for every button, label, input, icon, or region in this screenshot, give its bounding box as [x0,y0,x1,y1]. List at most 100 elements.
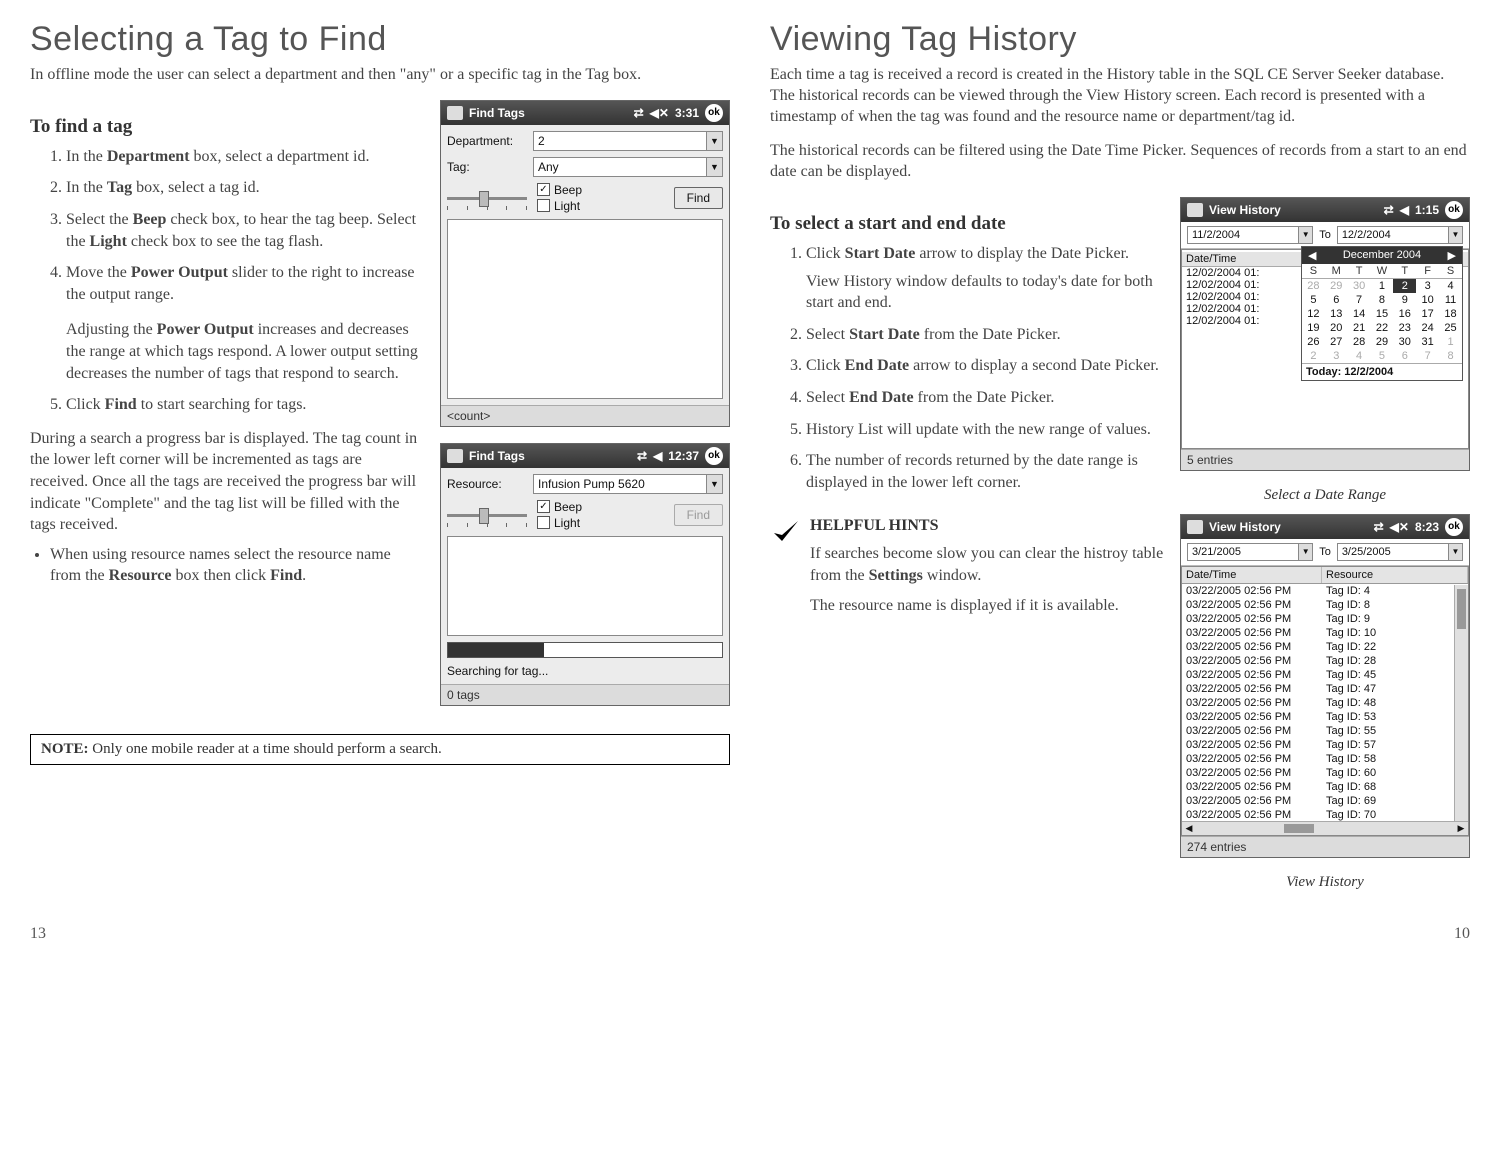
table-row[interactable]: 03/22/2005 02:56 PMTag ID: 28 [1182,654,1468,668]
horizontal-scrollbar[interactable]: ◀ ▶ [1182,821,1468,835]
pda-clock: 1:15 [1415,203,1439,217]
tag-label: Tag: [447,160,527,174]
volume-icon: ◀✕ [1390,520,1409,534]
beep-checkbox[interactable]: ✓ [537,183,550,196]
table-row[interactable]: 03/22/2005 02:56 PMTag ID: 47 [1182,682,1468,696]
cal-month-label: December 2004 [1343,249,1421,262]
find-tags-screenshot-1: Find Tags ⇄ ◀✕ 3:31 ok Department: 2 ▼ [440,100,730,427]
department-label: Department: [447,134,527,148]
chevron-down-icon: ▼ [1298,544,1312,560]
status-bar-entries: 5 entries [1181,449,1469,470]
date-step-2: Select Start Date from the Date Picker. [806,324,1164,346]
table-row[interactable]: 03/22/2005 02:56 PMTag ID: 55 [1182,724,1468,738]
viewing-history-intro-1: Each time a tag is received a record is … [770,65,1470,127]
pda-window-title: View History [1209,203,1281,217]
volume-icon: ◀✕ [650,106,669,120]
hint-para-2: The resource name is displayed if it is … [810,595,1164,617]
search-progress-bar [447,642,723,658]
calendar-grid[interactable]: SMTWTFS 2829301234 567891011 12131415161… [1302,264,1462,363]
ok-button[interactable]: ok [705,447,723,465]
windows-flag-icon [1187,520,1203,534]
resource-label: Resource: [447,477,527,491]
chevron-down-icon: ▼ [1298,227,1312,243]
searching-label: Searching for tag... [447,664,723,678]
table-row[interactable]: 03/22/2005 02:56 PMTag ID: 69 [1182,794,1468,808]
table-row[interactable]: 03/22/2005 02:56 PMTag ID: 60 [1182,766,1468,780]
table-row[interactable]: 03/22/2005 02:56 PMTag ID: 4 [1182,584,1468,598]
start-date-picker[interactable]: 3/21/2005 ▼ [1187,543,1313,561]
vertical-scrollbar[interactable] [1454,585,1468,821]
view-history-results-screenshot: View History ⇄ ◀✕ 8:23 ok 3/21/2005 ▼ To [1180,514,1470,858]
col-resource[interactable]: Resource [1322,567,1468,583]
date-step-6: The number of records returned by the da… [806,450,1164,493]
resource-dropdown[interactable]: Infusion Pump 5620 ▼ [533,474,723,494]
table-row[interactable]: 03/22/2005 02:56 PMTag ID: 53 [1182,710,1468,724]
ok-button[interactable]: ok [705,104,723,122]
history-table[interactable]: Date/Time Resource 03/22/2005 02:56 PMTa… [1181,566,1469,836]
ok-button[interactable]: ok [1445,518,1463,536]
end-date-picker[interactable]: 12/2/2004 ▼ [1337,226,1463,244]
find-button-disabled: Find [674,504,723,526]
table-row[interactable]: 03/22/2005 02:56 PMTag ID: 70 [1182,808,1468,822]
cal-next-icon[interactable]: ▶ [1448,249,1456,262]
table-row[interactable]: 03/22/2005 02:56 PMTag ID: 9 [1182,612,1468,626]
find-tags-screenshot-2: Find Tags ⇄ ◀ 12:37 ok Resource: Infusio… [440,443,730,706]
signal-icon: ⇄ [634,106,644,120]
start-date-picker[interactable]: 11/2/2004 ▼ [1187,226,1313,244]
power-output-slider[interactable] [447,188,527,208]
col-datetime[interactable]: Date/Time [1182,567,1322,583]
beep-checkbox[interactable]: ✓ [537,500,550,513]
hint-title: HELPFUL HINTS [810,517,938,534]
beep-label: Beep [554,183,582,197]
table-row[interactable]: 03/22/2005 02:56 PMTag ID: 10 [1182,626,1468,640]
table-row[interactable]: 03/22/2005 02:56 PMTag ID: 45 [1182,668,1468,682]
windows-flag-icon [1187,203,1203,217]
scroll-left-icon[interactable]: ◀ [1182,822,1196,835]
table-row[interactable]: 03/22/2005 02:56 PMTag ID: 68 [1182,780,1468,794]
selecting-tag-intro: In offline mode the user can select a de… [30,65,730,86]
pda-clock: 3:31 [675,106,699,120]
pda-window-title: Find Tags [469,449,525,463]
during-search-para: During a search a progress bar is displa… [30,428,424,536]
signal-icon: ⇄ [1384,203,1394,217]
chevron-down-icon: ▼ [1448,227,1462,243]
scroll-right-icon[interactable]: ▶ [1454,822,1468,835]
tag-dropdown[interactable]: Any ▼ [533,157,723,177]
table-row[interactable]: 03/22/2005 02:56 PMTag ID: 58 [1182,752,1468,766]
table-row[interactable]: 03/22/2005 02:56 PMTag ID: 22 [1182,640,1468,654]
table-row[interactable]: 03/22/2005 02:56 PMTag ID: 48 [1182,696,1468,710]
signal-icon: ⇄ [1374,520,1384,534]
light-label: Light [554,516,580,530]
ok-button[interactable]: ok [1445,201,1463,219]
windows-flag-icon [447,106,463,120]
status-bar-count: <count> [441,405,729,426]
caption-select-date-range: Select a Date Range [1180,487,1470,504]
chevron-down-icon: ▼ [706,132,722,150]
date-to-label: To [1319,229,1331,241]
checkmark-icon [770,517,800,547]
to-find-heading: To find a tag [30,116,424,138]
calendar-popup[interactable]: ◀ December 2004 ▶ SMTWTFS 2829301234 567… [1301,246,1463,381]
find-step-1: In the Department box, select a departme… [66,146,424,168]
power-output-slider[interactable] [447,505,527,525]
calendar-today[interactable]: Today: 12/2/2004 [1302,363,1462,380]
windows-flag-icon [447,449,463,463]
date-step-5: History List will update with the new ra… [806,419,1164,441]
light-label: Light [554,199,580,213]
light-checkbox[interactable] [537,516,550,529]
note-box: NOTE: Only one mobile reader at a time s… [30,734,730,765]
find-button[interactable]: Find [674,187,723,209]
cal-prev-icon[interactable]: ◀ [1308,249,1316,262]
table-row[interactable]: 03/22/2005 02:56 PMTag ID: 57 [1182,738,1468,752]
date-step-3: Click End Date arrow to display a second… [806,355,1164,377]
pda-window-title: View History [1209,520,1281,534]
department-dropdown[interactable]: 2 ▼ [533,131,723,151]
viewing-history-intro-2: The historical records can be filtered u… [770,141,1470,183]
table-row[interactable]: 03/22/2005 02:56 PMTag ID: 8 [1182,598,1468,612]
tag-list-area [447,536,723,636]
end-date-picker[interactable]: 3/25/2005 ▼ [1337,543,1463,561]
light-checkbox[interactable] [537,199,550,212]
beep-label: Beep [554,500,582,514]
select-date-heading: To select a start and end date [770,213,1164,235]
hint-para-1: If searches become slow you can clear th… [810,543,1164,586]
